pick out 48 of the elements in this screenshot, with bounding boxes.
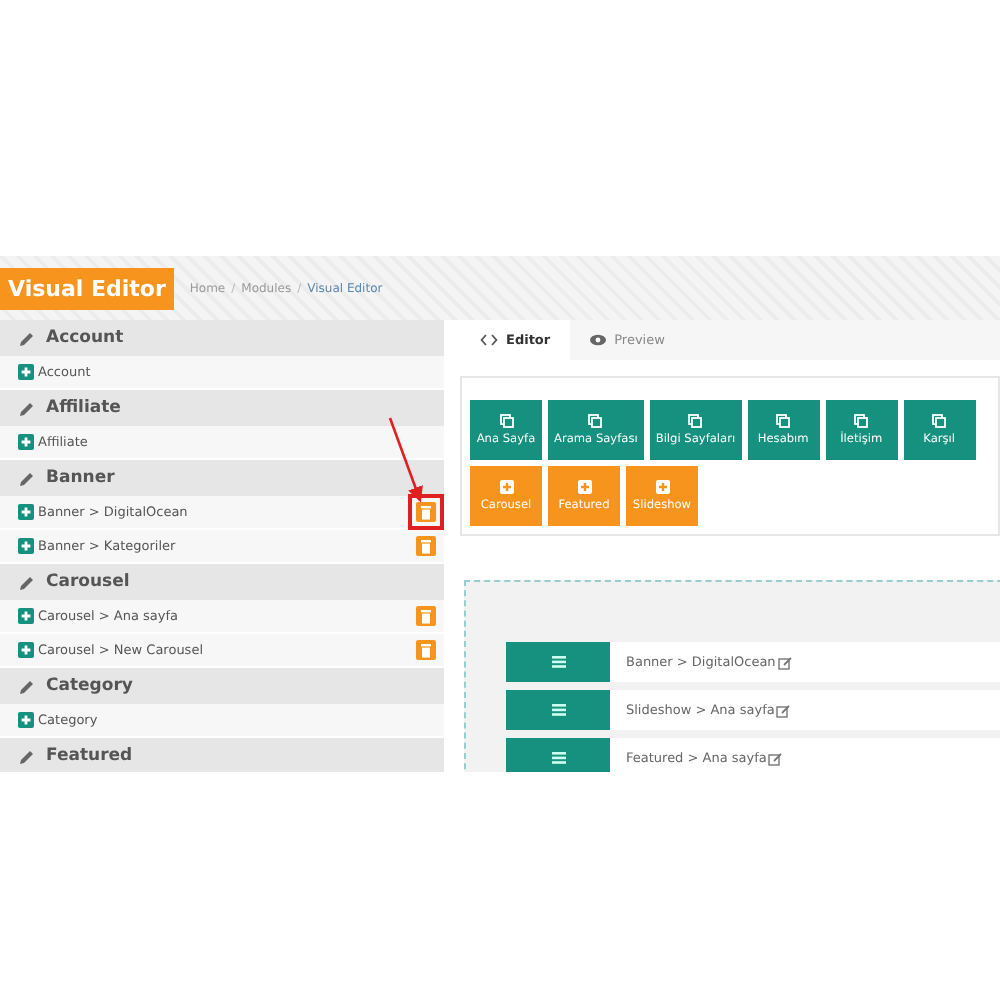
trash-icon bbox=[420, 505, 432, 519]
edit-icon bbox=[768, 751, 783, 765]
trash-icon bbox=[420, 539, 432, 553]
copy-icon bbox=[854, 414, 869, 428]
menu-icon bbox=[551, 656, 565, 668]
group-title: Featured bbox=[46, 746, 133, 766]
plus-icon bbox=[18, 504, 34, 520]
group-title: Banner bbox=[46, 468, 115, 488]
drag-handle[interactable] bbox=[506, 690, 610, 730]
group-title: Carousel bbox=[46, 572, 130, 592]
pencil-icon bbox=[18, 677, 36, 695]
edit-icon bbox=[777, 655, 792, 669]
plus-icon bbox=[18, 608, 34, 624]
edit-icon bbox=[776, 703, 791, 717]
copy-icon bbox=[499, 414, 513, 428]
menu-icon bbox=[551, 752, 565, 764]
plus-icon bbox=[499, 480, 513, 494]
copy-icon bbox=[932, 414, 947, 428]
plus-icon bbox=[18, 434, 34, 450]
delete-button[interactable] bbox=[416, 536, 436, 556]
plus-icon bbox=[18, 538, 34, 554]
group-title: Category bbox=[46, 676, 133, 696]
pencil-icon bbox=[18, 747, 36, 765]
group-title: Affiliate bbox=[46, 398, 121, 418]
code-icon bbox=[480, 334, 498, 346]
plus-icon bbox=[655, 480, 669, 494]
trash-icon bbox=[420, 609, 432, 623]
pencil-icon bbox=[18, 329, 36, 347]
plus-icon bbox=[577, 480, 591, 494]
pencil-icon bbox=[18, 573, 36, 591]
drag-handle[interactable] bbox=[506, 642, 610, 682]
delete-button[interactable] bbox=[416, 640, 436, 660]
eye-icon bbox=[590, 334, 607, 346]
plus-icon bbox=[18, 712, 34, 728]
delete-button[interactable] bbox=[416, 502, 436, 522]
plus-icon bbox=[18, 364, 34, 380]
page-title: Visual Editor bbox=[0, 267, 174, 309]
trash-icon bbox=[420, 643, 432, 657]
copy-icon bbox=[588, 414, 603, 428]
copy-icon bbox=[688, 414, 703, 428]
delete-button[interactable] bbox=[416, 606, 436, 626]
pencil-icon bbox=[18, 469, 36, 487]
copy-icon bbox=[776, 414, 791, 428]
group-title: Account bbox=[46, 328, 124, 348]
plus-icon bbox=[18, 642, 34, 658]
pencil-icon bbox=[18, 399, 36, 417]
menu-icon bbox=[551, 704, 565, 716]
drag-handle[interactable] bbox=[506, 738, 610, 772]
